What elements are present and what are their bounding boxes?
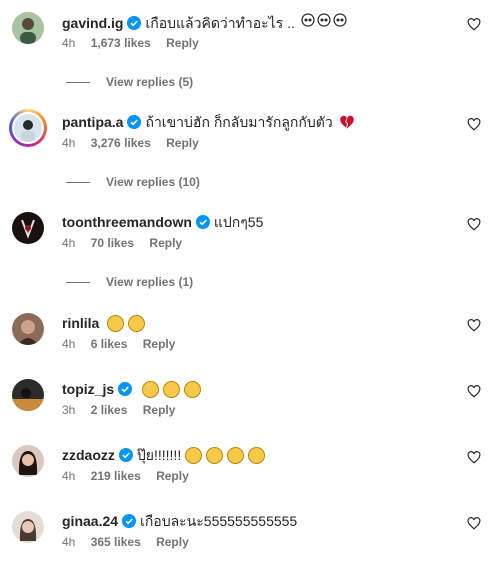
- like-heart-icon[interactable]: [467, 118, 481, 131]
- username[interactable]: pantipa.a: [62, 113, 123, 131]
- laughing-emoji-icon: [140, 380, 202, 398]
- comment-time: 4h: [62, 535, 76, 549]
- avatar[interactable]: [9, 109, 47, 147]
- verified-badge-icon: [127, 115, 142, 129]
- likes-count[interactable]: 70 likes: [91, 236, 134, 250]
- reply-button[interactable]: Reply: [156, 535, 189, 549]
- likes-count[interactable]: 2 likes: [91, 403, 128, 417]
- verified-badge-icon: [127, 15, 142, 30]
- like-heart-icon[interactable]: [467, 18, 481, 31]
- replies-divider: [66, 181, 90, 183]
- comment-time: 4h: [62, 36, 76, 50]
- comment-time: 4h: [62, 337, 76, 351]
- reply-button[interactable]: Reply: [166, 36, 199, 50]
- username[interactable]: gavind.ig: [62, 14, 123, 32]
- view-replies-label[interactable]: View replies (5): [106, 75, 193, 89]
- likes-count[interactable]: 1,673 likes: [91, 36, 151, 50]
- reply-button[interactable]: Reply: [143, 337, 176, 351]
- verified-badge-icon: [122, 514, 137, 528]
- username[interactable]: zzdaozz: [62, 446, 115, 464]
- reply-button[interactable]: Reply: [149, 236, 182, 250]
- likes-count[interactable]: 365 likes: [91, 535, 141, 549]
- avatar[interactable]: [12, 445, 44, 477]
- likes-count[interactable]: 219 likes: [91, 469, 141, 483]
- like-heart-icon[interactable]: [467, 385, 481, 398]
- username[interactable]: rinlila: [62, 314, 99, 332]
- verified-badge-icon: [118, 448, 133, 462]
- comment-text: แปกๆ55: [213, 214, 264, 230]
- view-replies-button[interactable]: View replies (5): [66, 75, 193, 89]
- view-replies-label[interactable]: View replies (1): [106, 275, 193, 289]
- avatar[interactable]: [12, 511, 44, 543]
- view-replies-label[interactable]: View replies (10): [106, 175, 200, 189]
- comment-text: เกือบแล้วคิดว่าทำอะไร ..: [145, 14, 295, 31]
- skull-emoji-icon: [301, 13, 351, 32]
- avatar[interactable]: [12, 313, 44, 345]
- likes-count[interactable]: 6 likes: [91, 337, 128, 351]
- verified-badge-icon: [195, 215, 210, 229]
- verified-badge-icon: [118, 382, 133, 396]
- username[interactable]: topiz_js: [62, 380, 114, 398]
- laughing-emoji-icon: [105, 314, 146, 332]
- comment-time: 4h: [62, 236, 76, 250]
- like-heart-icon[interactable]: [467, 517, 481, 530]
- like-heart-icon[interactable]: [467, 451, 481, 464]
- avatar[interactable]: [12, 212, 44, 244]
- comment-text: เกือบละนะ555555555555: [140, 513, 298, 529]
- comment-time: 4h: [62, 136, 76, 150]
- view-replies-button[interactable]: View replies (10): [66, 175, 200, 189]
- replies-divider: [66, 281, 90, 283]
- comment-text: ปุ๊ย!!!!!!!: [136, 447, 182, 463]
- like-heart-icon[interactable]: [467, 218, 481, 231]
- laughing-emoji-icon: [183, 446, 266, 464]
- comment-time: 3h: [62, 403, 76, 417]
- likes-count[interactable]: 3,276 likes: [91, 136, 151, 150]
- broken-heart-emoji-icon: [339, 115, 354, 128]
- username[interactable]: ginaa.24: [62, 512, 118, 530]
- reply-button[interactable]: Reply: [143, 403, 176, 417]
- like-heart-icon[interactable]: [467, 319, 481, 332]
- username[interactable]: toonthreemandown: [62, 213, 192, 231]
- reply-button[interactable]: Reply: [156, 469, 189, 483]
- comment-time: 4h: [62, 469, 76, 483]
- avatar[interactable]: [12, 379, 44, 411]
- avatar[interactable]: [12, 12, 44, 44]
- replies-divider: [66, 81, 90, 83]
- reply-button[interactable]: Reply: [166, 136, 199, 150]
- view-replies-button[interactable]: View replies (1): [66, 275, 193, 289]
- comment-text: ถ้าเขาบ่ฮัก ก็กลับมารักลูกกับตัว: [145, 114, 333, 130]
